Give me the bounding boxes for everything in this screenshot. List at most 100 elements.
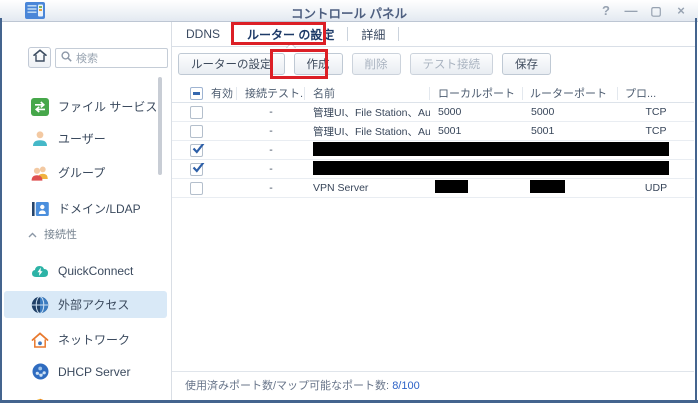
sidebar-item-file-services[interactable]: ファイル サービス [4, 93, 167, 120]
redacted-port-bar [435, 180, 468, 193]
toolbar: ルーターの設定 作成 削除 テスト接続 保存 [178, 53, 551, 75]
header-protocol[interactable]: プロ... [618, 87, 694, 100]
row-checkbox[interactable] [190, 143, 205, 157]
port-forwarding-table: 有効 接続テスト... 名前 ローカルポート ルーターポート プロ... - 管… [172, 84, 694, 198]
cell-test: - [269, 163, 273, 175]
search-placeholder: 検索 [76, 53, 98, 65]
cell-protocol: UDP [644, 182, 668, 194]
tab-label: DDNS [186, 27, 221, 41]
sidebar-search-row: 検索 [0, 44, 171, 69]
cell-name: VPN Server [313, 182, 369, 194]
test-connection-button[interactable]: テスト接続 [409, 53, 493, 75]
create-button[interactable]: 作成 [293, 53, 343, 75]
table-row[interactable]: - VPN Server UDP [172, 179, 694, 198]
minimize-icon[interactable]: — [624, 4, 638, 18]
sidebar-scrollbar[interactable] [158, 77, 162, 175]
header-router-port[interactable]: ルーターポート [523, 86, 618, 100]
dhcp-server-icon [31, 363, 49, 381]
user-icon [31, 130, 49, 148]
save-button[interactable]: 保存 [502, 53, 551, 75]
tab-label: ルーター の設定 [247, 27, 335, 42]
sidebar-item-label: ドメイン/LDAP [58, 202, 141, 216]
header-enabled: 有効 [211, 88, 233, 100]
sidebar-section-connectivity[interactable]: 接続性 [4, 226, 164, 242]
table-header-row: 有効 接続テスト... 名前 ローカルポート ルーターポート プロ... [172, 84, 694, 103]
tab-label: 詳細 [361, 27, 386, 42]
sidebar-item-external-access[interactable]: 外部アクセス [4, 291, 167, 318]
sidebar-item-group[interactable]: グループ [4, 159, 167, 186]
button-label: 保存 [515, 59, 538, 71]
help-icon[interactable]: ? [599, 4, 613, 18]
redacted-row-bar [313, 161, 669, 175]
cell-name: 管理UI、File Station、Au... [313, 106, 430, 119]
cell-test: - [269, 106, 273, 118]
header-connection-test[interactable]: 接続テスト... [237, 86, 305, 100]
button-label: 作成 [306, 59, 330, 71]
button-label: 削除 [364, 59, 388, 71]
window-title: コントロール パネル [291, 7, 407, 21]
network-icon [31, 331, 49, 349]
cell-local-port: 5000 [438, 106, 462, 118]
table-row[interactable]: - 管理UI、File Station、Au... 5001 5001 TCP [172, 122, 694, 141]
maximize-icon[interactable]: ▢ [649, 4, 663, 18]
sidebar-item-label: グループ [58, 166, 106, 180]
close-icon[interactable]: × [674, 4, 688, 18]
cell-test: - [269, 144, 273, 156]
sidebar-item-quickconnect[interactable]: QuickConnect [4, 257, 167, 284]
tab-separator [398, 27, 400, 41]
selected-tab-notch [285, 42, 296, 52]
sidebar-item-label: ファイル サービス [58, 100, 158, 114]
button-label: ルーターの設定 [191, 59, 272, 71]
sidebar-item-network[interactable]: ネットワーク [4, 326, 167, 353]
header-name[interactable]: 名前 [305, 86, 430, 100]
row-checkbox[interactable] [190, 124, 203, 138]
port-count-value: 8/100 [392, 380, 420, 392]
window-border-bottom [0, 400, 698, 403]
sidebar-item-dhcp-server[interactable]: DHCP Server [4, 358, 167, 385]
sidebar-item-user[interactable]: ユーザー [4, 125, 167, 152]
sidebar: 共有フォルダ 検索 [0, 22, 172, 400]
tab-ddns[interactable]: DDNS [173, 22, 233, 47]
cell-router-port: 5000 [531, 106, 555, 118]
row-checkbox[interactable] [190, 162, 205, 176]
home-button[interactable] [28, 47, 51, 68]
sidebar-item-label: DHCP Server [58, 364, 131, 379]
table-row[interactable]: - 管理UI、File Station、Au... 5000 5000 TCP [172, 103, 694, 122]
tab-router-configuration[interactable]: ルーター の設定 [234, 22, 347, 52]
window-controls: ? — ▢ × [599, 0, 688, 22]
window-border-left [0, 18, 2, 403]
home-icon [32, 48, 47, 67]
cell-test: - [269, 125, 273, 137]
cell-test: - [269, 182, 273, 194]
cell-protocol: TCP [645, 125, 667, 137]
sidebar-section-label: 接続性 [44, 229, 77, 241]
quickconnect-icon [31, 262, 49, 280]
sidebar-item-label: ネットワーク [58, 333, 131, 347]
title-bar: コントロール パネル ? — ▢ × [0, 0, 698, 22]
status-bar: 使用済みポート数/マップ可能なポート数: 8/100 [185, 377, 420, 393]
cell-name: 管理UI、File Station、Au... [313, 125, 430, 138]
domain-ldap-icon [31, 200, 49, 218]
search-icon [61, 49, 72, 67]
chevron-up-icon [28, 225, 37, 243]
sidebar-item-label: 外部アクセス [58, 298, 130, 312]
router-configuration-button[interactable]: ルーターの設定 [178, 53, 285, 75]
select-all-checkbox[interactable] [190, 86, 203, 100]
redacted-row-bar [313, 142, 669, 156]
tab-advanced[interactable]: 詳細 [348, 22, 398, 47]
sidebar-item-domain-ldap[interactable]: ドメイン/LDAP [4, 195, 167, 222]
header-local-port[interactable]: ローカルポート [430, 86, 523, 100]
sidebar-item-label: QuickConnect [58, 263, 134, 278]
cell-router-port: 5001 [531, 125, 555, 137]
sidebar-divider [171, 22, 172, 400]
sidebar-item-label: ユーザー [58, 132, 106, 146]
sidebar-item-security[interactable]: セキュリティ [4, 393, 167, 400]
button-label: テスト接続 [422, 59, 481, 71]
row-checkbox[interactable] [190, 181, 203, 195]
row-checkbox[interactable] [190, 105, 203, 119]
group-icon [31, 164, 49, 182]
delete-button[interactable]: 削除 [351, 53, 401, 75]
external-access-icon [31, 295, 49, 314]
search-input[interactable]: 検索 [55, 48, 168, 68]
cell-local-port: 5001 [438, 125, 462, 137]
